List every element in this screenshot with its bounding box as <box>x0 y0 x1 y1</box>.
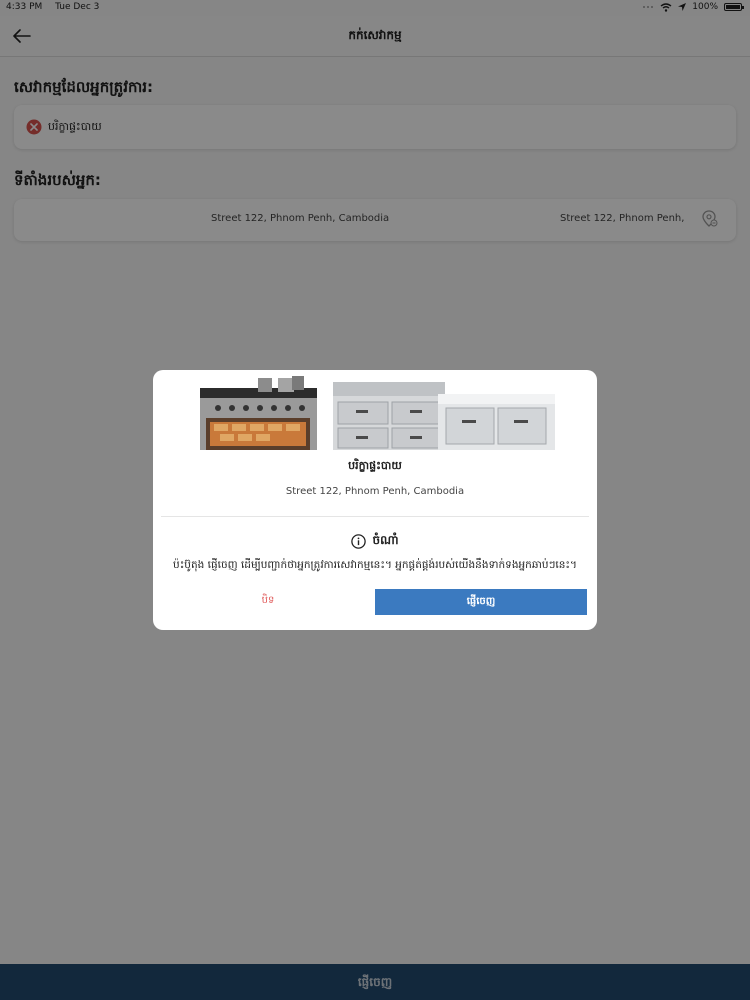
modal-divider <box>161 516 589 517</box>
note-title: ចំណាំ <box>372 533 399 547</box>
close-button[interactable]: បិទ <box>213 588 323 614</box>
info-icon <box>351 533 367 549</box>
modal-address: Street 122, Phnom Penh, Cambodia <box>285 486 465 497</box>
kitchen-equipment-image <box>198 376 555 450</box>
confirmation-modal: បរិក្ខាផ្ទះបាយ Street 122, Phnom Penh, C… <box>153 370 597 630</box>
note-message: ប៉ះប៊ូតុង ផ្ញើចេញ ដើម្បីបញ្ជាក់ថាអ្នកត្រ… <box>173 559 577 571</box>
send-button[interactable]: ផ្ញើចេញ <box>375 589 587 615</box>
modal-service-name: បរិក្ខាផ្ទះបាយ <box>348 459 402 472</box>
note-header: ចំណាំ <box>153 532 597 550</box>
